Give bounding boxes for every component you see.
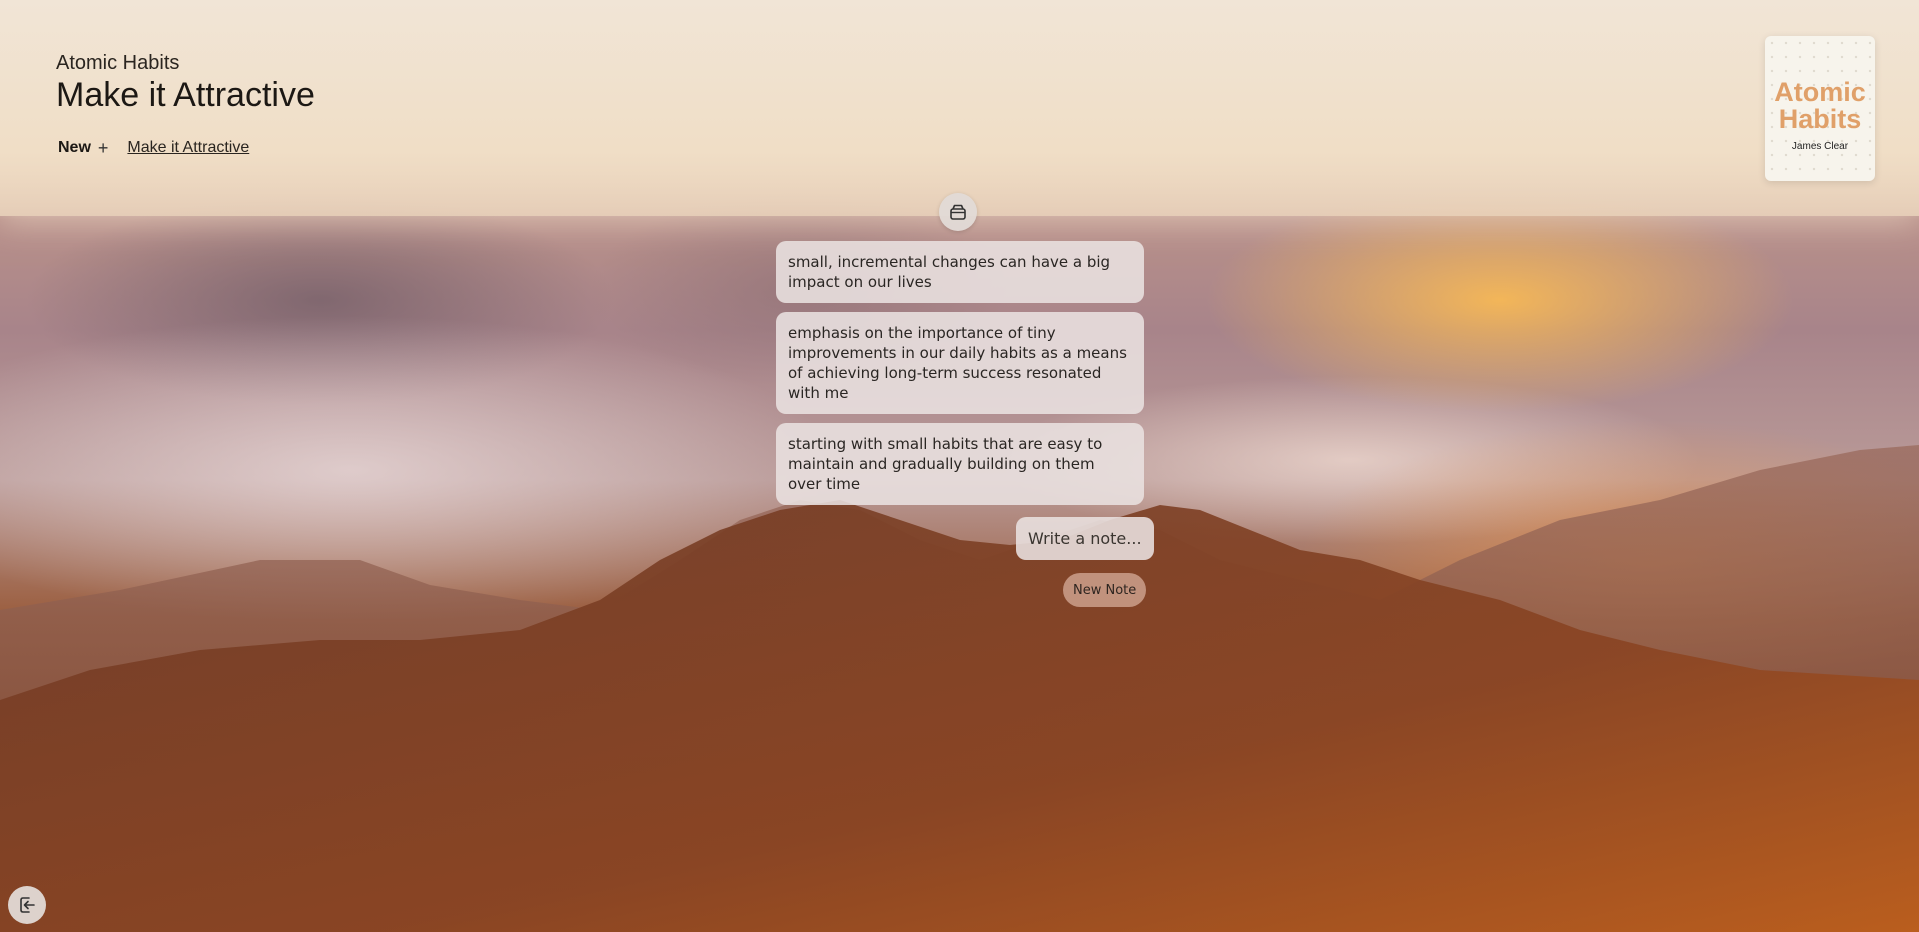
archive-icon: [950, 204, 966, 220]
chapter-link[interactable]: Make it Attractive: [127, 139, 249, 157]
notes-list: small, incremental changes can have a bi…: [776, 241, 1144, 514]
book-title: Atomic Habits: [56, 52, 180, 74]
book-cover[interactable]: Atomic Habits James Clear: [1765, 36, 1875, 181]
note-card[interactable]: emphasis on the importance of tiny impro…: [776, 312, 1144, 414]
cover-title-line1: Atomic: [1774, 77, 1866, 107]
write-note-input[interactable]: Write a note...: [1016, 517, 1154, 560]
logout-icon: [20, 897, 35, 913]
chapter-nav: New + Make it Attractive: [58, 139, 249, 157]
archive-button[interactable]: [939, 193, 977, 231]
cover-title: Atomic Habits: [1765, 79, 1875, 133]
note-card[interactable]: starting with small habits that are easy…: [776, 423, 1144, 505]
plus-icon: +: [97, 138, 109, 158]
chapter-title: Make it Attractive: [56, 76, 315, 114]
new-note-button[interactable]: New Note: [1063, 573, 1147, 607]
note-card[interactable]: small, incremental changes can have a bi…: [776, 241, 1144, 303]
logout-button[interactable]: [8, 886, 46, 924]
cover-author: James Clear: [1791, 141, 1849, 152]
new-label: New: [58, 139, 91, 156]
new-chapter-button[interactable]: New +: [58, 139, 108, 157]
cover-title-line2: Habits: [1778, 104, 1862, 134]
